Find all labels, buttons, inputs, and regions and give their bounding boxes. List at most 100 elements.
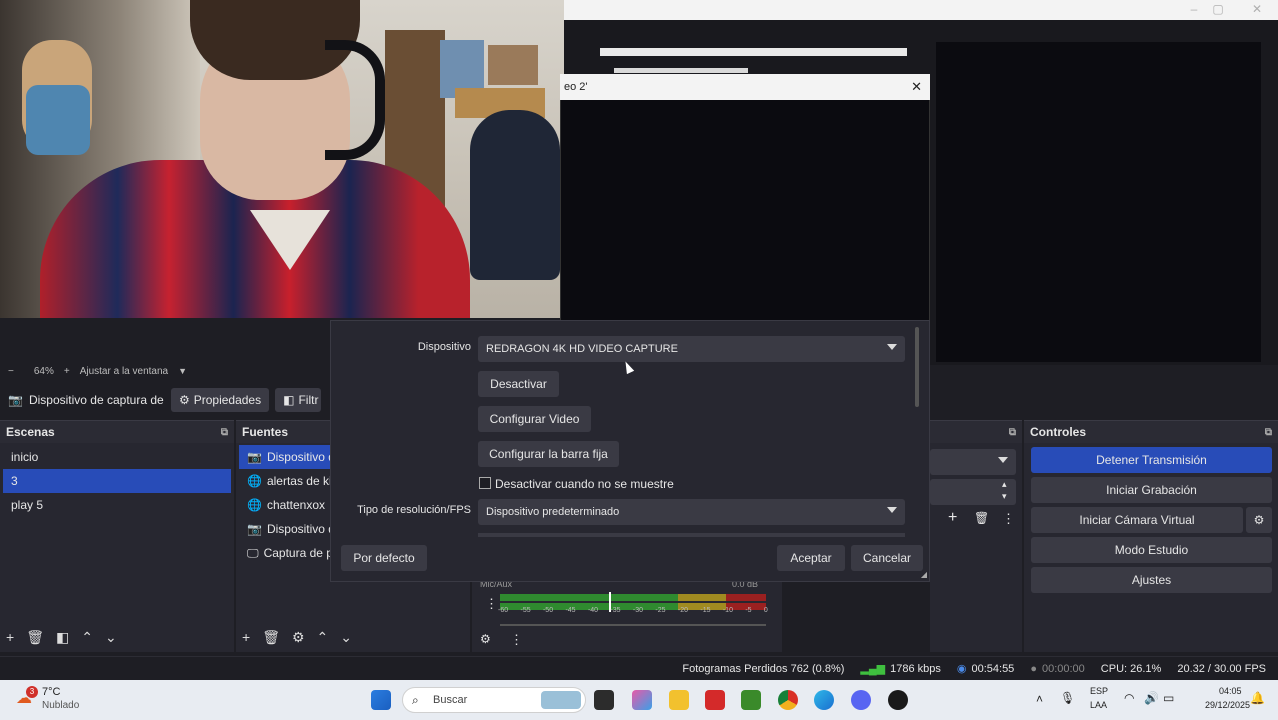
gear-icon: ⚙	[1253, 513, 1265, 527]
add-source-button[interactable]: +	[242, 629, 250, 646]
gear-icon[interactable]: ⚙	[292, 629, 305, 646]
filters-button[interactable]: ◧ Filtr	[275, 388, 322, 412]
notifications-icon[interactable]: 🔔	[1250, 691, 1265, 705]
dialog-preview	[560, 100, 930, 320]
chrome-icon[interactable]	[778, 690, 798, 710]
spin-down-icon[interactable]: ▾	[1002, 491, 1007, 502]
resolution-select[interactable]: Dispositivo predeterminado	[478, 499, 905, 525]
hide-checkbox-label: Desactivar cuando no se muestre	[495, 477, 674, 491]
scene-item[interactable]: play 5	[3, 493, 231, 517]
scenes-title: Escenas	[6, 425, 55, 439]
task-view-icon[interactable]	[594, 690, 614, 710]
virtual-camera-settings[interactable]: ⚙	[1246, 507, 1272, 533]
search-highlight-image	[541, 691, 581, 709]
record-time: 00:00:00	[1041, 662, 1085, 675]
clock-time[interactable]: 04:05	[1219, 686, 1242, 696]
discord-icon[interactable]	[851, 690, 871, 710]
hide-checkbox[interactable]	[479, 477, 491, 489]
studio-mode-button[interactable]: Modo Estudio	[1031, 537, 1272, 563]
language-indicator-1[interactable]: ESP	[1090, 686, 1108, 696]
start-virtual-camera-button[interactable]: Iniciar Cámara Virtual	[1031, 507, 1243, 533]
microphone-icon[interactable]: 🎙	[1060, 691, 1075, 705]
deactivate-button[interactable]: Desactivar	[478, 371, 559, 397]
mixer-options-icon[interactable]: ⋮	[510, 632, 523, 648]
settings-button[interactable]: Ajustes	[1031, 567, 1272, 593]
weather-desc: Nublado	[42, 700, 80, 711]
resolution-label: Tipo de resolución/FPS	[357, 504, 471, 516]
move-up-icon[interactable]: ⌃	[81, 629, 93, 646]
battery-icon[interactable]: ▭	[1163, 691, 1174, 705]
dialog-close-button[interactable]: ✕	[911, 79, 922, 95]
volume-slider[interactable]	[500, 624, 766, 626]
cpu-usage: CPU: 26.1%	[1100, 662, 1162, 675]
scene-item[interactable]: inicio	[3, 445, 231, 469]
properties-button[interactable]: ⚙ Propiedades	[170, 388, 270, 412]
undock-icon[interactable]: ⧉	[1009, 427, 1016, 438]
transition-menu-icon[interactable]: ⋮	[1002, 511, 1015, 527]
spin-up-icon[interactable]: ▴	[1002, 479, 1007, 490]
zoom-bar: − 64% + Ajustar a la ventana ▼	[0, 361, 330, 381]
stop-stream-button[interactable]: Detener Transmisión	[1031, 447, 1272, 473]
file-explorer-icon[interactable]	[669, 690, 689, 710]
window-titlebar: – ▢ ✕	[564, 0, 1278, 20]
record-icon: ●	[1030, 662, 1037, 675]
weather-widget[interactable]: ☁ 3 7°C Nublado	[16, 686, 106, 714]
stream-icon: ◉	[956, 663, 967, 675]
zoom-in-button[interactable]: +	[64, 366, 70, 377]
language-indicator-2[interactable]: LAA	[1090, 700, 1107, 710]
scene-filters-icon[interactable]: ◧	[56, 629, 69, 646]
resize-grip-icon[interactable]: ◢	[921, 570, 927, 579]
move-down-icon[interactable]: ⌄	[105, 629, 117, 646]
start-button[interactable]	[371, 690, 391, 710]
fit-window-select[interactable]: Ajustar a la ventana	[80, 366, 168, 377]
undock-icon[interactable]: ⧉	[221, 427, 228, 438]
preview-element	[614, 68, 748, 73]
close-window-button[interactable]: ✕	[1247, 2, 1267, 16]
wifi-icon[interactable]: ◠	[1124, 691, 1134, 705]
device-select[interactable]: REDRAGON 4K HD VIDEO CAPTURE	[478, 336, 905, 362]
meter-scale: -60 -55 -50 -45 -40 -35 -30 -25 -20 -15 -10 -5 0	[498, 607, 768, 614]
device-label: Dispositivo	[417, 341, 471, 353]
trash-icon[interactable]: 🗑	[262, 629, 280, 646]
next-field-edge	[478, 533, 905, 537]
mixer-advanced-icon[interactable]: ⚙	[480, 632, 491, 646]
add-transition-button[interactable]: +	[948, 509, 957, 527]
move-down-icon[interactable]: ⌄	[340, 629, 352, 646]
chevron-up-icon[interactable]: ˄	[1036, 692, 1043, 706]
minimize-button[interactable]: –	[1184, 2, 1204, 16]
obs-icon[interactable]	[888, 690, 908, 710]
configure-video-button[interactable]: Configurar Video	[478, 406, 591, 432]
zoom-out-button[interactable]: −	[8, 366, 14, 377]
clock-date[interactable]: 29/12/2025	[1205, 700, 1250, 710]
chevron-down-icon[interactable]: ▼	[178, 366, 187, 376]
search-box[interactable]: ⌕ Buscar	[402, 687, 586, 713]
windows-taskbar: ☁ 3 7°C Nublado ⌕ Buscar ˄ 🎙 ESP LAA ◠ 🔊…	[0, 680, 1278, 720]
monitor-icon: 🖵	[247, 545, 259, 560]
app-icon-red[interactable]	[705, 690, 725, 710]
defaults-button[interactable]: Por defecto	[341, 545, 427, 571]
start-recording-button[interactable]: Iniciar Grabación	[1031, 477, 1272, 503]
selected-source-name: Dispositivo de captura de v	[28, 393, 165, 407]
chevron-down-icon	[887, 507, 897, 513]
cancel-button[interactable]: Cancelar	[851, 545, 923, 571]
trash-icon[interactable]: 🗑	[974, 511, 989, 525]
edge-icon[interactable]	[814, 690, 834, 710]
dialog-scrollbar[interactable]	[915, 327, 919, 407]
configure-crossbar-button[interactable]: Configurar la barra fija	[478, 441, 619, 467]
maximize-button[interactable]: ▢	[1208, 2, 1228, 16]
copilot-icon[interactable]	[632, 690, 652, 710]
trash-icon[interactable]: 🗑	[26, 629, 44, 646]
scene-item-selected[interactable]: 3	[3, 469, 231, 493]
sources-title: Fuentes	[242, 425, 289, 439]
accept-button[interactable]: Aceptar	[777, 545, 845, 571]
webcam-feed	[0, 0, 564, 318]
mixer-menu-icon[interactable]: ⋮	[485, 596, 498, 612]
add-scene-button[interactable]: +	[6, 629, 14, 646]
move-up-icon[interactable]: ⌃	[317, 629, 329, 646]
weather-badge: 3	[26, 686, 38, 698]
volume-icon[interactable]: 🔊	[1144, 691, 1159, 705]
game-app-icon[interactable]	[741, 690, 761, 710]
undock-icon[interactable]: ⧉	[1265, 427, 1272, 438]
search-placeholder: Buscar	[433, 694, 468, 706]
transition-select[interactable]	[930, 449, 1016, 475]
